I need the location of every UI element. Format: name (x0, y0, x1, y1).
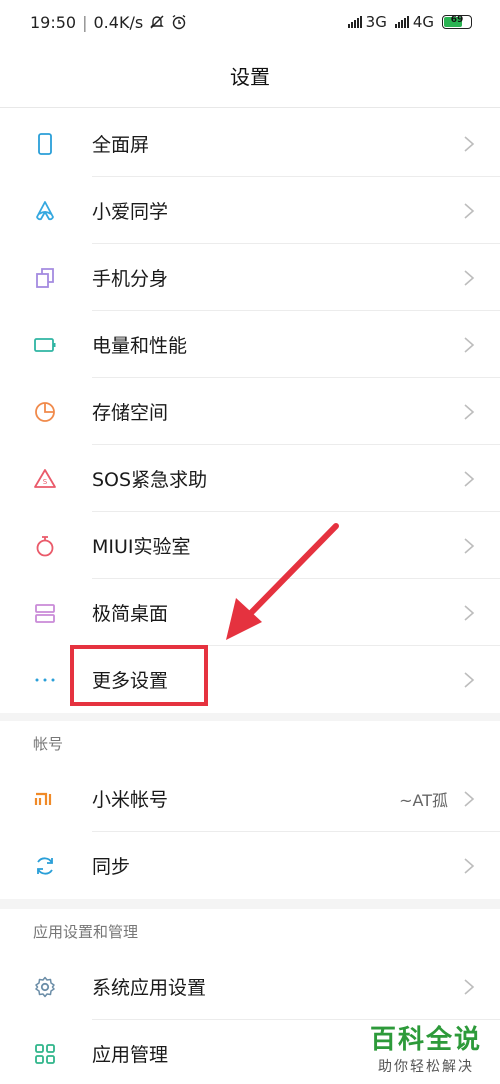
watermark-logo: 百科全说 助你轻松解决 (370, 1019, 482, 1076)
watermark-main: 百科全说 (369, 1025, 482, 1055)
annotation-arrow (226, 523, 339, 640)
watermark-sub: 助你轻松解决 (377, 1059, 474, 1075)
